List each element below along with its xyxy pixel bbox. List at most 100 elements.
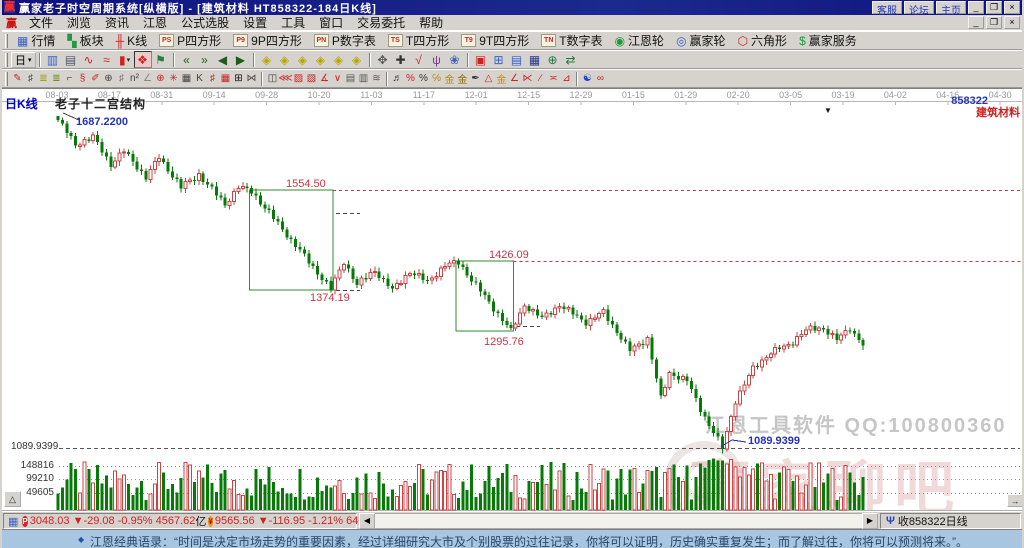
prev-bar-icon[interactable]: ◀ xyxy=(214,51,232,68)
horizontal-scrollbar[interactable]: ◀ ▶ xyxy=(359,513,878,529)
menu-item-trade[interactable]: 交易委托 xyxy=(350,15,412,31)
hand-tool-icon[interactable]: ✥ xyxy=(374,51,392,68)
diamond-left-icon[interactable]: ◈ xyxy=(258,51,276,68)
price-grid-green-icon[interactable]: ≣ xyxy=(50,71,63,87)
gann-wheel-button[interactable]: ◉ 江恩轮 xyxy=(609,32,671,49)
transfer-icon[interactable]: ⇄ xyxy=(562,51,580,68)
winner-service-button[interactable]: $ 赢家服务 xyxy=(793,32,863,49)
menu-item-info[interactable]: 资讯 xyxy=(98,15,136,31)
next-bar-icon[interactable]: ▶ xyxy=(232,51,250,68)
ink-icon[interactable]: ✒ xyxy=(469,71,482,87)
chart-area[interactable]: 江恩工具软件 QQ:100800360 赢家聊吧 08-03 08-17 08-31… xyxy=(2,88,1022,511)
gann-frame-icon[interactable]: ◫ xyxy=(266,71,279,87)
kline-button[interactable]: ╫ K线 xyxy=(110,32,154,49)
pattern-icon[interactable]: ❖ xyxy=(133,51,152,68)
diamond-right-icon[interactable]: ◈ xyxy=(276,51,294,68)
sectors-button[interactable]: ▚ 板块 xyxy=(61,32,109,49)
close-button[interactable]: × xyxy=(1004,1,1020,14)
percent-icon[interactable]: % xyxy=(417,71,430,87)
menu-item-window[interactable]: 窗口 xyxy=(312,15,350,31)
trend-bold-icon[interactable]: ≈ xyxy=(98,51,116,68)
angle-lines-icon[interactable]: ∡ xyxy=(318,71,331,87)
star-icon[interactable]: ✳ xyxy=(167,71,180,87)
scrollbar-track[interactable] xyxy=(375,513,862,529)
shenzhen-index-icon[interactable]: ¥ xyxy=(208,515,213,527)
piano-icon[interactable]: ♬ xyxy=(391,71,404,87)
menu-item-settings[interactable]: 设置 xyxy=(236,15,274,31)
gold-ray-icon[interactable]: 金 xyxy=(495,71,508,87)
info-panel-icon[interactable]: ▤ xyxy=(62,51,80,68)
menu-item-gann[interactable]: 江恩 xyxy=(136,15,174,31)
wave-icon[interactable]: ∨ xyxy=(331,71,344,87)
menu-item-browse[interactable]: 浏览 xyxy=(60,15,98,31)
gann-grid-icon[interactable]: ▨ xyxy=(292,71,305,87)
homepage-button[interactable]: 主页 xyxy=(936,1,966,17)
shade-grid-icon[interactable]: ▦ xyxy=(180,71,193,87)
percent-red-icon[interactable]: % xyxy=(404,71,417,87)
angle-icon[interactable]: ∠ xyxy=(141,71,154,87)
steps-icon[interactable]: ≍ xyxy=(547,71,560,87)
crosshair-icon[interactable]: ✚ xyxy=(392,51,410,68)
scrollbar-right-arrow[interactable]: ▶ xyxy=(862,513,878,529)
price-grid-icon[interactable]: ≣ xyxy=(37,71,50,87)
yinyang-icon[interactable]: ☯ xyxy=(581,71,594,87)
percent-gold-icon[interactable]: ℅ xyxy=(430,71,443,87)
shanghai-index-icon[interactable]: P xyxy=(22,515,28,527)
forum-button[interactable]: 论坛 xyxy=(904,1,934,17)
expand-pane-button[interactable]: △ xyxy=(4,491,21,507)
child-close-button[interactable]: × xyxy=(1004,16,1020,29)
marker-pen-icon[interactable]: ✐ xyxy=(89,71,102,87)
time-ruler-icon[interactable]: ⋈ xyxy=(245,71,258,87)
infinity-icon[interactable]: ∞ xyxy=(594,71,607,87)
menu-item-help[interactable]: 帮助 xyxy=(412,15,450,31)
t-square-button[interactable]: TS T四方形 xyxy=(382,32,455,49)
p-square-button[interactable]: PS P四方形 xyxy=(153,32,227,49)
black-net-icon[interactable]: ⊞ xyxy=(232,71,245,87)
golden-box-icon[interactable]: 金 xyxy=(456,71,469,87)
minimize-button[interactable]: _ xyxy=(968,1,984,14)
quotes-button[interactable]: ▦ 行情 xyxy=(11,32,61,49)
price-plot[interactable] xyxy=(2,89,1022,511)
fan-lines-icon[interactable]: ⋘ xyxy=(278,71,292,87)
f-line-icon[interactable]: ⋉ xyxy=(521,71,534,87)
grid-lines-icon[interactable]: ♯ xyxy=(24,71,37,87)
gann-square-icon[interactable]: ▧ xyxy=(305,71,318,87)
n-square-icon[interactable]: n² xyxy=(128,71,141,87)
period-selector-dropdown[interactable]: 日 ▾ xyxy=(11,51,36,68)
net-icon[interactable]: ▤ xyxy=(344,71,357,87)
diamond-shrink-icon[interactable]: ◈ xyxy=(312,51,330,68)
angle-fan-icon[interactable]: ∠ xyxy=(508,71,521,87)
circle-cross-icon[interactable]: ⊕ xyxy=(102,71,115,87)
ruler-icon[interactable]: ♯ xyxy=(115,71,128,87)
spiral-icon[interactable]: § xyxy=(76,71,89,87)
pyramid-icon[interactable]: △ xyxy=(482,71,495,87)
pen-tool-icon[interactable]: ✎ xyxy=(11,71,24,87)
zone-icon[interactable]: ⊿ xyxy=(560,71,573,87)
level-flag-icon[interactable]: ⌐ xyxy=(63,71,76,87)
restore-button[interactable]: ❐ xyxy=(986,1,1002,14)
menu-item-formula-picker[interactable]: 公式选股 xyxy=(174,15,236,31)
red-grid-icon[interactable]: ♯ xyxy=(206,71,219,87)
flag-icon[interactable]: ⚑ xyxy=(152,51,170,68)
hexagon-button[interactable]: ⬡ 六角形 xyxy=(732,32,794,49)
scrollbar-left-arrow[interactable]: ◀ xyxy=(359,513,375,529)
p-number-table-button[interactable]: PN P数字表 xyxy=(308,32,382,49)
child-minimize-button[interactable]: _ xyxy=(968,16,984,29)
calculator-icon[interactable]: ⊞ xyxy=(490,51,508,68)
menu-item-tools[interactable]: 工具 xyxy=(274,15,312,31)
p9-square-button[interactable]: P9 9P四方形 xyxy=(227,32,308,49)
ray-icon[interactable]: ∕ xyxy=(534,71,547,87)
target-icon[interactable]: ⊕ xyxy=(154,71,167,87)
calendar-icon[interactable]: ▣ xyxy=(472,51,490,68)
draw-tool-icon[interactable]: ψ xyxy=(428,51,446,68)
golden-section-icon[interactable]: 金 xyxy=(443,71,456,87)
t9-square-button[interactable]: T9 9T四方形 xyxy=(455,32,535,49)
region-icon[interactable]: ▥ xyxy=(44,51,62,68)
save-icon[interactable]: ▦ xyxy=(526,51,544,68)
scroll-right-button[interactable]: → xyxy=(1007,494,1022,507)
t-number-table-button[interactable]: TN T数字表 xyxy=(535,32,608,49)
curve-tool-icon[interactable]: √ xyxy=(410,51,428,68)
k-mark-icon[interactable]: K xyxy=(193,71,206,87)
winner-wheel-button[interactable]: ◎ 赢家轮 xyxy=(670,32,732,49)
rose-icon[interactable]: ❀ xyxy=(446,51,464,68)
